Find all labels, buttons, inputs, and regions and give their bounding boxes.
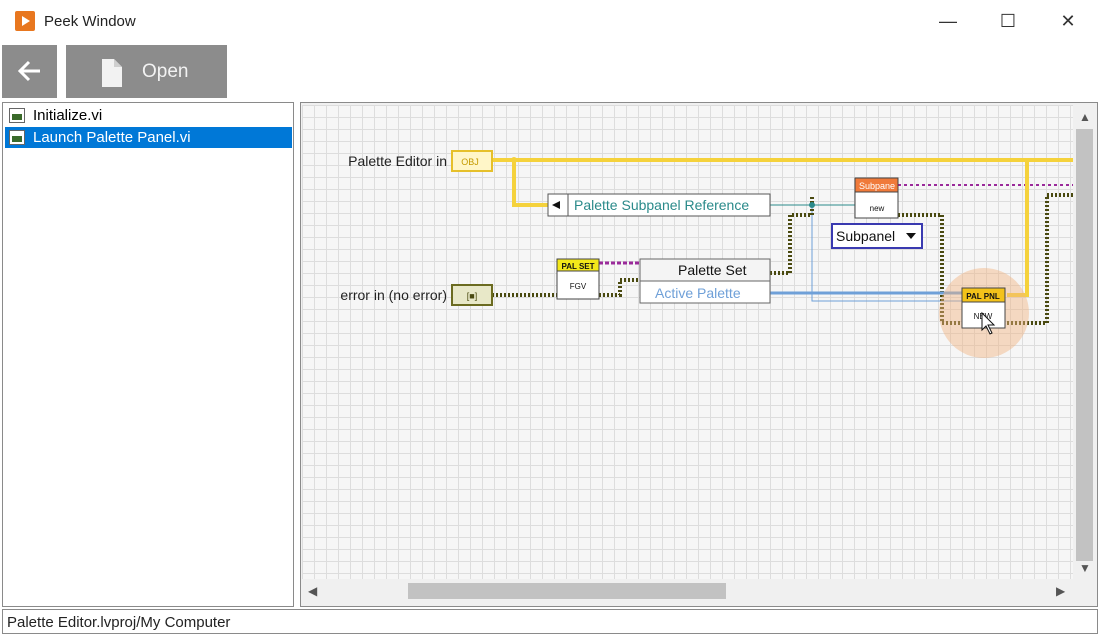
status-path: Palette Editor.lvproj/My Computer [7, 614, 231, 631]
subpanel-body: new [870, 204, 885, 213]
window-title: Peek Window [44, 13, 136, 30]
scroll-left-icon[interactable]: ◀ [308, 584, 317, 598]
vi-file-icon [9, 130, 25, 145]
vertical-scroll-thumb[interactable] [1076, 129, 1093, 561]
vertical-scrollbar[interactable]: ▲ ▼ [1073, 105, 1096, 579]
open-button[interactable]: Open [66, 45, 227, 98]
block-diagram-canvas[interactable]: Palette Editor in OBJ error in (no error… [302, 105, 1073, 579]
vi-file-icon [9, 108, 25, 123]
subpanel-enum-constant[interactable]: Subpanel [831, 223, 923, 249]
document-icon [102, 59, 122, 87]
arrow-left-icon [17, 60, 40, 82]
palette-set-property-node[interactable]: Palette Set Active Palette [639, 258, 771, 304]
minimize-button[interactable]: — [928, 8, 968, 34]
open-button-label: Open [142, 61, 189, 82]
scroll-down-icon[interactable]: ▼ [1079, 561, 1091, 575]
scroll-up-icon[interactable]: ▲ [1079, 110, 1091, 124]
horizontal-scroll-thumb[interactable] [408, 583, 726, 599]
tree-item-initialize[interactable]: Initialize.vi [5, 105, 292, 126]
tree-item-label: Initialize.vi [33, 107, 103, 124]
palette-set-label: Palette Set [678, 262, 747, 278]
pal-pnl-header: PAL PNL [966, 292, 1000, 301]
pal-set-fgv-node[interactable]: PAL SET FGV [556, 258, 600, 300]
horizontal-scrollbar[interactable]: ◀ ▶ [302, 579, 1073, 603]
junction-dot [809, 202, 815, 208]
palette-subpanel-reference-node[interactable]: Palette Subpanel Reference [547, 193, 771, 217]
palette-editor-in-label: Palette Editor in [348, 153, 447, 169]
scroll-right-icon[interactable]: ▶ [1056, 584, 1065, 598]
subpanel-new-node[interactable]: Subpane new [854, 177, 899, 219]
error-in-label: error in (no error) [340, 287, 447, 303]
active-palette-label: Active Palette [655, 285, 741, 301]
tree-item-label: Launch Palette Panel.vi [33, 129, 191, 146]
file-tree: Initialize.vi Launch Palette Panel.vi [2, 102, 294, 607]
maximize-button[interactable]: ☐ [988, 8, 1028, 34]
error-in-control[interactable]: error in (no error) [■] [340, 284, 493, 306]
subpanel-enum-label: Subpanel [836, 228, 895, 244]
palette-editor-in-control[interactable]: Palette Editor in OBJ [348, 150, 493, 172]
palette-subpanel-reference-label: Palette Subpanel Reference [574, 197, 749, 213]
junction-dot [511, 157, 517, 163]
toolbar: Open [0, 42, 1100, 100]
close-button[interactable]: ✕ [1048, 8, 1088, 34]
block-diagram: Palette Editor in OBJ error in (no error… [340, 150, 1073, 358]
obj-label: OBJ [461, 157, 479, 167]
error-cluster-label: [■] [467, 291, 477, 301]
status-bar: Palette Editor.lvproj/My Computer [2, 609, 1098, 634]
subpanel-header: Subpane [859, 181, 895, 191]
title-bar: Peek Window — ☐ ✕ [0, 0, 1100, 42]
tree-item-launch-palette-panel[interactable]: Launch Palette Panel.vi [5, 127, 292, 148]
app-icon [15, 11, 35, 31]
pal-set-header: PAL SET [561, 262, 594, 271]
pal-set-body: FGV [570, 282, 587, 291]
back-button[interactable] [2, 45, 57, 98]
